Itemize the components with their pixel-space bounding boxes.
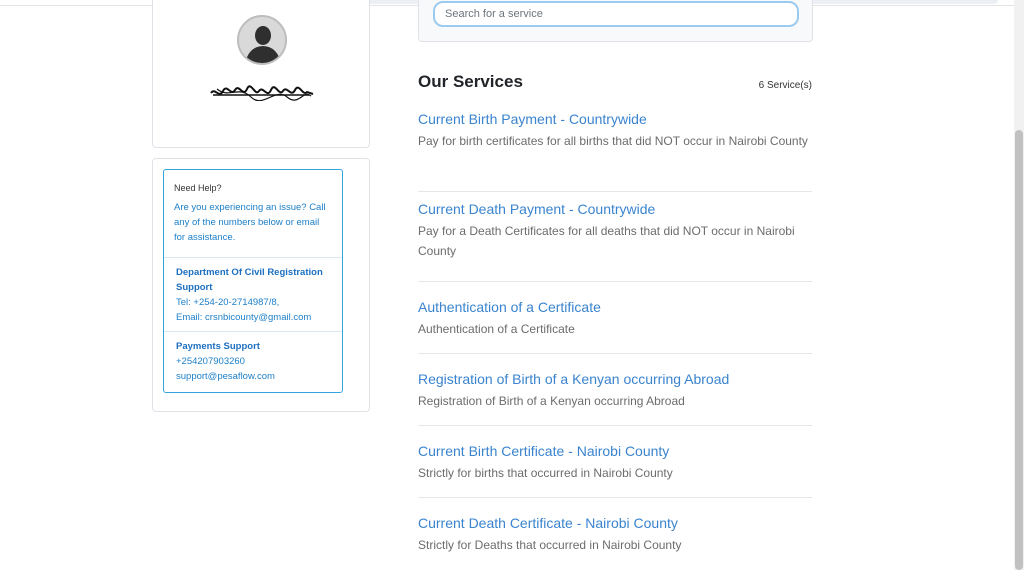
service-description: Authentication of a Certificate <box>418 322 575 336</box>
service-link[interactable]: Authentication of a Certificate <box>418 298 812 316</box>
service-item: Current Death Certificate - Nairobi Coun… <box>418 498 812 560</box>
help-text: Are you experiencing an issue? Call any … <box>174 202 326 243</box>
service-link[interactable]: Current Birth Certificate - Nairobi Coun… <box>418 442 812 460</box>
service-description: Strictly for births that occurred in Nai… <box>418 466 673 480</box>
dept-tel: Tel: +254-20-2714987/8, <box>176 297 280 308</box>
service-item: Authentication of a Certificate Authenti… <box>418 282 812 354</box>
help-box: Need Help? Are you experiencing an issue… <box>163 169 343 393</box>
payments-email: support@pesaflow.com <box>176 371 275 382</box>
search-input[interactable] <box>433 1 799 27</box>
help-title: Need Help? <box>174 183 222 193</box>
service-link[interactable]: Current Death Certificate - Nairobi Coun… <box>418 514 812 532</box>
civil-registration-support: Department Of Civil Registration Support… <box>164 258 342 332</box>
profile-card <box>152 0 370 148</box>
redacted-name-scribble <box>210 85 314 101</box>
service-item: Registration of Birth of a Kenyan occurr… <box>418 354 812 426</box>
dept-email: Email: crsnbicounty@gmail.com <box>176 312 312 323</box>
service-link[interactable]: Current Birth Payment - Countrywide <box>418 110 812 128</box>
help-card: Need Help? Are you experiencing an issue… <box>152 158 370 412</box>
dept-title: Department Of Civil Registration Support <box>176 267 323 293</box>
search-card <box>418 0 813 42</box>
service-item: Current Death Payment - Countrywide Pay … <box>418 192 812 282</box>
user-avatar-icon <box>237 15 287 65</box>
payments-support: Payments Support +254207903260 support@p… <box>164 332 342 384</box>
service-link[interactable]: Current Death Payment - Countrywide <box>418 200 812 218</box>
service-description: Registration of Birth of a Kenyan occurr… <box>418 394 685 408</box>
service-item: Current Birth Payment - Countrywide Pay … <box>418 110 812 192</box>
scrollbar-thumb[interactable] <box>1015 130 1023 570</box>
page-scrollbar[interactable] <box>1014 0 1024 570</box>
service-link[interactable]: Registration of Birth of a Kenyan occurr… <box>418 370 812 388</box>
service-item: Current Birth Certificate - Nairobi Coun… <box>418 426 812 498</box>
service-description: Pay for a Death Certificates for all dea… <box>418 224 795 258</box>
payments-title: Payments Support <box>176 341 260 352</box>
service-description: Pay for birth certificates for all birth… <box>418 134 808 148</box>
services-count: 6 Service(s) <box>758 80 812 91</box>
service-list: Current Birth Payment - Countrywide Pay … <box>418 110 812 560</box>
services-title: Our Services <box>418 72 523 91</box>
payments-phone: +254207903260 <box>176 356 245 367</box>
service-description: Strictly for Deaths that occurred in Nai… <box>418 538 682 552</box>
